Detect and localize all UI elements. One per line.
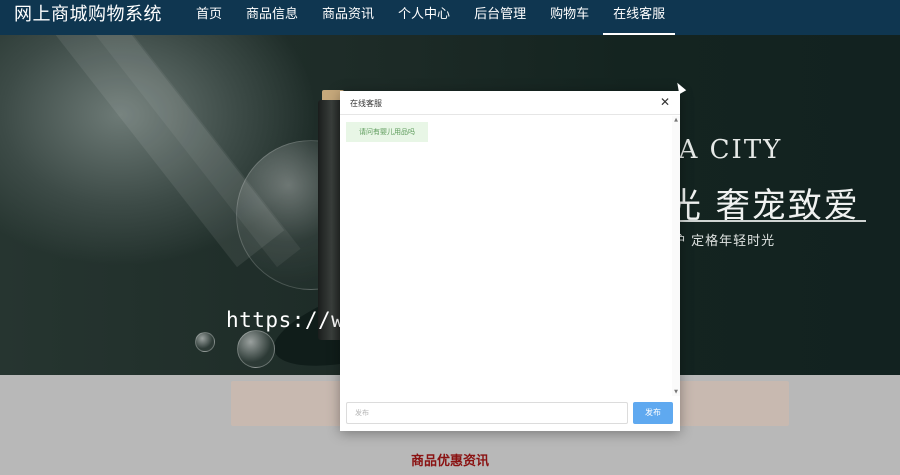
nav-item-products[interactable]: 商品信息: [236, 0, 308, 35]
nav-item-profile[interactable]: 个人中心: [388, 0, 460, 35]
chat-dialog: 在线客服 ✕ 请问有婴儿用品吗 ▲ ▼ 发布: [340, 91, 680, 431]
dialog-header: 在线客服 ✕: [340, 91, 680, 115]
top-navbar: 网上商城购物系统 首页 商品信息 商品资讯 个人中心 后台管理 购物车 在线客服: [0, 0, 900, 35]
banner-divider: [680, 220, 866, 222]
chat-message-input[interactable]: [346, 402, 628, 424]
message-scrollbar[interactable]: ▲ ▼: [672, 116, 680, 396]
banner-subline: 护 定格年轻时光: [672, 234, 776, 249]
scroll-up-arrow-icon[interactable]: ▲: [672, 116, 680, 124]
water-drop: [195, 332, 215, 352]
site-title: 网上商城购物系统: [14, 4, 162, 25]
water-drop: [237, 330, 275, 368]
nav-item-customer-service[interactable]: 在线客服: [603, 0, 676, 35]
chat-input-row: 发布: [340, 396, 680, 431]
message-list: 请问有婴儿用品吗: [340, 116, 680, 396]
nav-item-admin[interactable]: 后台管理: [464, 0, 536, 35]
section-title: 商品优惠资讯: [410, 454, 489, 469]
dialog-title: 在线客服: [350, 99, 382, 108]
chat-message: 请问有婴儿用品吗: [346, 122, 428, 142]
nav-item-cart[interactable]: 购物车: [540, 0, 599, 35]
nav-item-home[interactable]: 首页: [186, 0, 232, 35]
send-button[interactable]: 发布: [633, 402, 673, 424]
main-nav: 首页 商品信息 商品资讯 个人中心 后台管理 购物车 在线客服: [186, 0, 679, 35]
scroll-down-arrow-icon[interactable]: ▼: [672, 388, 680, 396]
nav-item-news[interactable]: 商品资讯: [312, 0, 384, 35]
close-icon[interactable]: ✕: [658, 95, 672, 109]
